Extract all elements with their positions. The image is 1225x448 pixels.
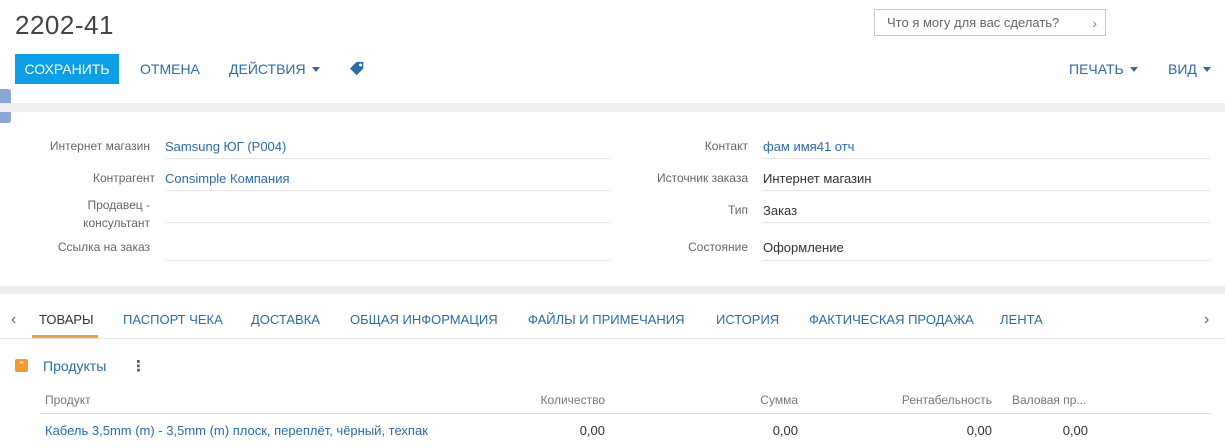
chevron-right-icon[interactable]: › bbox=[1204, 311, 1209, 329]
print-label: ПЕЧАТЬ bbox=[1069, 61, 1124, 77]
column-header-product[interactable]: Продукт bbox=[45, 393, 91, 407]
view-menu-button[interactable]: ВИД bbox=[1168, 61, 1211, 77]
tab-general-info[interactable]: ОБЩАЯ ИНФОРМАЦИЯ bbox=[350, 312, 498, 327]
field-underline bbox=[165, 190, 611, 191]
field-label-counterparty: Контрагент bbox=[92, 171, 155, 185]
field-value-contact[interactable]: фам имя41 отч bbox=[763, 138, 854, 156]
chevron-right-icon[interactable]: › bbox=[1092, 15, 1097, 31]
tab-actual-sale[interactable]: ФАКТИЧЕСКАЯ ПРОДАЖА bbox=[809, 312, 974, 327]
field-underline bbox=[165, 222, 611, 223]
field-underline bbox=[165, 260, 611, 261]
caret-down-icon bbox=[311, 66, 320, 72]
field-value-type[interactable]: Заказ bbox=[763, 202, 797, 220]
collapse-icon[interactable]: ⌃ bbox=[15, 359, 28, 372]
column-header-quantity[interactable]: Количество bbox=[505, 393, 605, 407]
field-value-order-link[interactable] bbox=[165, 242, 611, 258]
cell-sum: 0,00 bbox=[772, 423, 798, 438]
view-label: ВИД bbox=[1168, 61, 1197, 77]
field-label-type: Тип bbox=[727, 203, 748, 217]
actions-menu-button[interactable]: ДЕЙСТВИЯ bbox=[229, 61, 320, 77]
products-section-title[interactable]: Продукты bbox=[43, 358, 106, 374]
field-label-seller-line2: консультант bbox=[83, 216, 150, 230]
save-button[interactable]: СОХРАНИТЬ bbox=[15, 54, 119, 84]
field-underline bbox=[165, 158, 611, 159]
tab-delivery[interactable]: ДОСТАВКА bbox=[251, 312, 320, 327]
actions-label: ДЕЙСТВИЯ bbox=[229, 61, 306, 77]
field-underline bbox=[763, 260, 1210, 261]
search-placeholder: Что я могу для вас сделать? bbox=[887, 15, 1060, 30]
field-label-contact: Контакт bbox=[704, 139, 748, 153]
field-label-state: Состояние bbox=[688, 240, 748, 254]
field-value-counterparty[interactable]: Consimple Компания bbox=[165, 170, 290, 188]
cancel-button[interactable]: ОТМЕНА bbox=[140, 61, 200, 77]
field-label-seller-line1: Продавец - bbox=[87, 198, 150, 212]
tab-receipt-passport[interactable]: ПАСПОРТ ЧЕКА bbox=[123, 312, 223, 327]
cell-gross-profit: 0,00 bbox=[1062, 423, 1088, 438]
field-label-seller: Продавец - консультант bbox=[20, 196, 150, 232]
section-divider bbox=[0, 103, 1225, 112]
table-header-divider bbox=[40, 413, 1212, 414]
field-underline bbox=[763, 158, 1210, 159]
tag-icon[interactable] bbox=[349, 61, 365, 77]
cell-profitability: 0,00 bbox=[966, 423, 992, 438]
kebab-menu-icon[interactable]: ⋮ bbox=[131, 357, 146, 375]
active-tab-indicator bbox=[32, 335, 98, 338]
column-header-gross-profit[interactable]: Валовая пр... bbox=[1012, 393, 1086, 407]
field-value-shop[interactable]: Samsung ЮГ (P004) bbox=[165, 138, 286, 156]
command-search-input[interactable]: Что я могу для вас сделать? › bbox=[874, 9, 1106, 36]
tab-feed[interactable]: ЛЕНТА bbox=[1000, 312, 1043, 327]
field-value-seller[interactable] bbox=[165, 205, 611, 221]
column-header-profitability[interactable]: Рентабельность bbox=[862, 393, 992, 407]
field-label-shop: Интернет магазин bbox=[49, 139, 150, 153]
product-name-link[interactable]: Кабель 3,5mm (m) - 3,5mm (m) плоск, пере… bbox=[45, 423, 428, 438]
field-value-source[interactable]: Интернет магазин bbox=[763, 170, 871, 188]
field-label-source: Источник заказа bbox=[657, 171, 748, 185]
field-label-order-link: Ссылка на заказ bbox=[57, 240, 150, 254]
cell-quantity: 0,00 bbox=[579, 423, 605, 438]
tab-files-notes[interactable]: ФАЙЛЫ И ПРИМЕЧАНИЯ bbox=[528, 312, 685, 327]
column-header-sum[interactable]: Сумма bbox=[698, 393, 798, 407]
tab-products[interactable]: ТОВАРЫ bbox=[39, 312, 94, 327]
page-title: 2202-41 bbox=[15, 10, 114, 40]
chevron-left-icon[interactable]: ‹ bbox=[11, 311, 16, 329]
field-value-state[interactable]: Оформление bbox=[763, 239, 844, 257]
tab-history[interactable]: ИСТОРИЯ bbox=[716, 312, 779, 327]
caret-down-icon bbox=[1202, 66, 1211, 72]
print-menu-button[interactable]: ПЕЧАТЬ bbox=[1069, 61, 1138, 77]
field-underline bbox=[763, 190, 1210, 191]
field-underline bbox=[763, 222, 1210, 223]
caret-down-icon bbox=[1129, 66, 1138, 72]
section-divider bbox=[0, 286, 1225, 294]
